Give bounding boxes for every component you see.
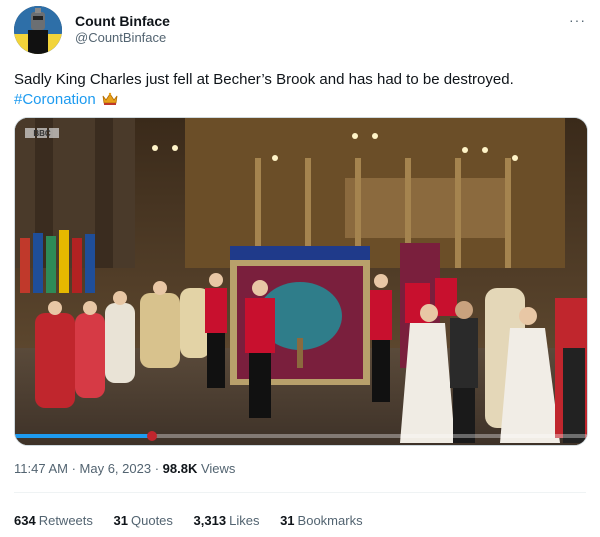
- watermark-text: BBC: [33, 129, 51, 138]
- retweets-count: 634: [14, 513, 36, 528]
- quotes-count: 31: [113, 513, 128, 528]
- quotes-label: Quotes: [131, 513, 173, 528]
- tweet-stats: 634 Retweets 31 Quotes 3,313 Likes 31 Bookma…: [14, 513, 380, 528]
- tweet-date[interactable]: May 6, 2023: [80, 461, 152, 476]
- likes-stat[interactable]: 3,313 Likes: [194, 513, 260, 528]
- meta-separator-2: ·: [151, 461, 163, 476]
- tweet-time[interactable]: 11:47 AM: [14, 461, 68, 476]
- bookmarks-stat[interactable]: 31 Bookmarks: [280, 513, 363, 528]
- views-label: Views: [197, 461, 236, 476]
- views-count: 98.8K: [162, 461, 198, 476]
- tweet-meta: 11:47 AM · May 6, 2023 · 98.8K Views: [14, 461, 235, 476]
- display-name[interactable]: Count Binface: [75, 13, 170, 29]
- likes-label: Likes: [229, 513, 260, 528]
- bookmarks-count: 31: [280, 513, 295, 528]
- bookmarks-label: Bookmarks: [297, 513, 363, 528]
- quotes-stat[interactable]: 31 Quotes: [114, 513, 173, 528]
- retweets-label: Retweets: [38, 513, 93, 528]
- bbc-logo: BBC: [25, 128, 59, 138]
- tweet-header: Count Binface @CountBinface ···: [14, 6, 586, 56]
- avatar-icon: [14, 6, 62, 54]
- tweet-body: Sadly King Charles just fell at Becher’s…: [14, 70, 586, 112]
- user-handle[interactable]: @CountBinface: [75, 30, 166, 45]
- likes-count: 3,313: [193, 513, 227, 528]
- avatar[interactable]: [14, 6, 62, 54]
- more-options-button[interactable]: ···: [569, 12, 586, 28]
- hashtag-link[interactable]: #Coronation: [14, 91, 96, 108]
- tweet-text: Sadly King Charles just fell at Becher’s…: [14, 71, 514, 88]
- coronation-video-frame: BBC: [15, 118, 587, 445]
- divider: [14, 492, 586, 493]
- crown-icon: [102, 92, 118, 112]
- meta-separator: ·: [67, 461, 80, 476]
- retweets-stat[interactable]: 634 Retweets: [14, 513, 93, 528]
- tweet-media[interactable]: BBC: [14, 117, 588, 446]
